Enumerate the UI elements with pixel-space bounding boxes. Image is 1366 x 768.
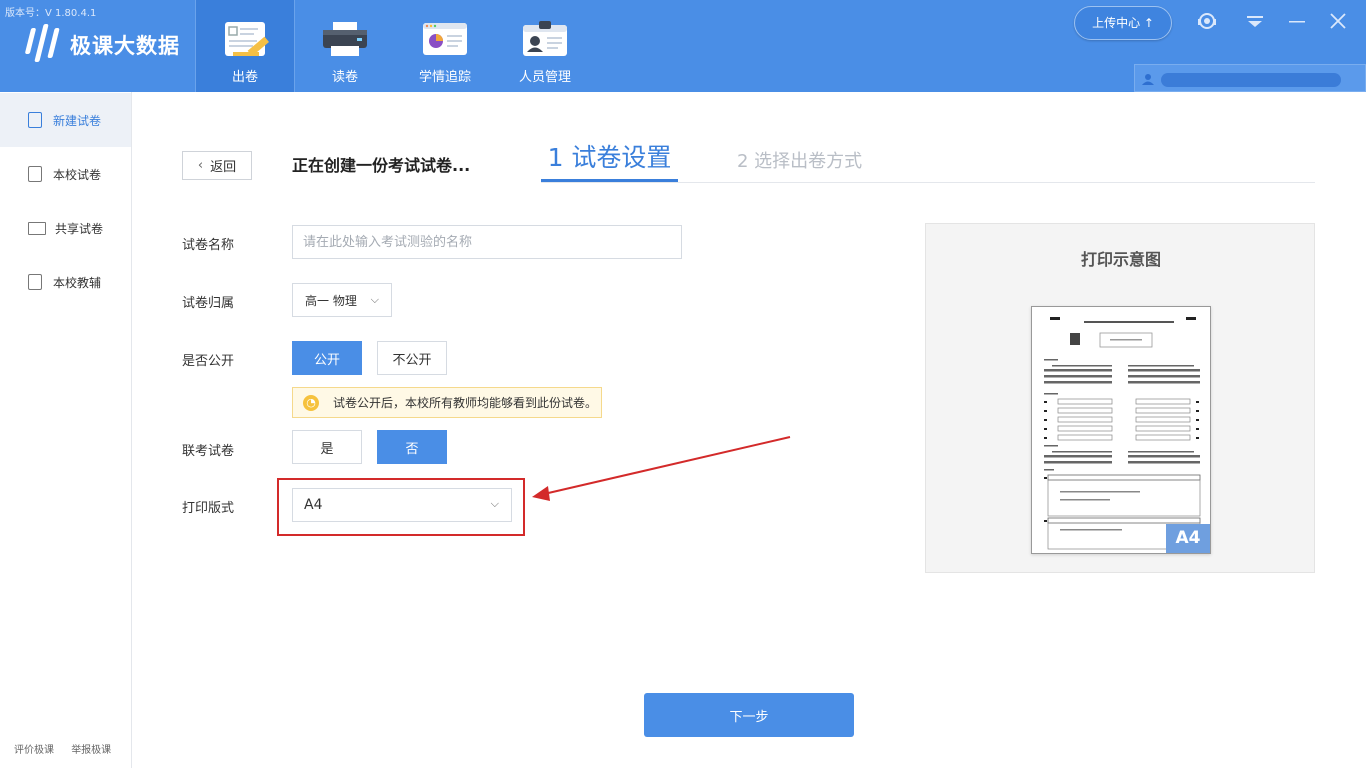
nav-tab-label: 学情追踪 — [418, 70, 471, 85]
id-badge-icon — [519, 19, 571, 59]
public-no-button[interactable]: 不公开 — [377, 341, 447, 375]
subject-select[interactable]: 高一 物理 ⌵ — [292, 283, 392, 317]
paper-name-input[interactable] — [292, 225, 682, 259]
field-label-print: 打印版式 — [182, 501, 235, 516]
report-link[interactable]: 举报极课 — [71, 745, 111, 756]
joint-no-button[interactable]: 否 — [377, 430, 447, 464]
nav-tab-label: 读卷 — [331, 70, 358, 85]
steps-divider — [541, 182, 1315, 183]
next-step-button[interactable]: 下一步 — [644, 693, 854, 737]
sidebar-item-label: 本校教辅 — [53, 275, 102, 290]
book-icon — [28, 221, 46, 235]
lightbulb-icon: ◔ — [303, 394, 319, 411]
annotation-arrow — [532, 436, 791, 501]
field-label-public: 是否公开 — [182, 354, 235, 369]
print-format-value: A4 — [304, 497, 323, 513]
sidebar-item-label: 共享试卷 — [55, 221, 104, 236]
version-label: 版本号：V 1.80.4.1 — [5, 8, 97, 19]
field-label-belong: 试卷归属 — [182, 296, 235, 311]
back-button[interactable]: ‹ 返回 — [182, 151, 252, 180]
scanner-icon — [319, 19, 371, 59]
sidebar-item-label: 本校试卷 — [53, 167, 102, 182]
close-icon[interactable] — [1327, 10, 1349, 32]
field-label-name: 试卷名称 — [182, 238, 235, 253]
nav-tab-read[interactable]: 读卷 — [295, 0, 395, 92]
rate-link[interactable]: 评价极课 — [14, 745, 54, 756]
dropdown-menu-icon[interactable] — [1244, 10, 1266, 32]
sidebar-item-school-materials[interactable]: 本校教辅 — [0, 255, 131, 309]
step-tab-method[interactable]: 2 选择出卷方式 — [737, 147, 862, 173]
user-icon — [1142, 74, 1154, 85]
clipboard-icon — [28, 274, 42, 290]
page-title: 正在创建一份考试试卷... — [292, 156, 471, 175]
headset-icon[interactable] — [1196, 10, 1218, 32]
public-yes-button[interactable]: 公开 — [292, 341, 362, 375]
sidebar-footer: 评价极课 举报极课 — [14, 741, 125, 756]
nav-tab-tracking[interactable]: 学情追踪 — [395, 0, 495, 92]
chart-report-icon — [419, 19, 471, 59]
logo-text: 极课大数据 — [70, 34, 180, 58]
chevron-left-icon: ‹ — [197, 158, 204, 173]
preview-title: 打印示意图 — [1080, 250, 1161, 269]
sidebar-item-label: 新建试卷 — [53, 113, 102, 128]
back-label: 返回 — [210, 160, 237, 175]
print-format-select[interactable]: A4 ⌵ — [292, 488, 512, 522]
nav-tab-label: 人员管理 — [518, 70, 571, 85]
user-name-redacted — [1161, 73, 1341, 87]
public-tip-text: 试卷公开后，本校所有教师均能够看到此份试卷。 — [333, 396, 598, 410]
new-doc-icon — [28, 112, 42, 128]
upload-center-button[interactable]: 上传中心 ↑ — [1074, 6, 1172, 40]
a4-badge: A4 — [1166, 524, 1210, 553]
sidebar-item-new-paper[interactable]: 新建试卷 — [0, 93, 131, 147]
minimize-icon[interactable] — [1286, 10, 1308, 32]
chevron-down-icon: ⌵ — [370, 293, 379, 306]
subject-select-value: 高一 物理 — [305, 293, 357, 308]
app-logo: 极课大数据 — [24, 24, 180, 66]
answer-sheet-thumbnail: A4 — [1031, 306, 1211, 554]
nav-tab-people[interactable]: 人员管理 — [495, 0, 595, 92]
print-preview-panel: 打印示意图 A4 — [925, 223, 1315, 573]
joint-yes-button[interactable]: 是 — [292, 430, 362, 464]
answer-sheet-image — [1044, 317, 1201, 550]
doc-icon — [28, 166, 42, 182]
sidebar-item-shared-papers[interactable]: 共享试卷 — [0, 201, 131, 255]
sidebar: 新建试卷 本校试卷 共享试卷 本校教辅 评价极课 举报极课 — [0, 92, 132, 768]
nav-tab-exam[interactable]: 出卷 — [195, 0, 295, 92]
logo-mark-icon — [24, 24, 64, 66]
nav-tab-label: 出卷 — [231, 70, 258, 85]
public-tip: ◔ 试卷公开后，本校所有教师均能够看到此份试卷。 — [292, 387, 602, 418]
field-label-joint: 联考试卷 — [182, 444, 235, 459]
chevron-down-icon: ⌵ — [490, 497, 499, 510]
sidebar-item-school-papers[interactable]: 本校试卷 — [0, 147, 131, 201]
user-account-area[interactable] — [1134, 64, 1366, 92]
paper-ruler-icon — [219, 19, 271, 59]
top-header: 版本号：V 1.80.4.1 极课大数据 出卷 读卷 学情追踪 人员管理 上传中… — [0, 0, 1366, 92]
step-tab-settings[interactable]: 1 试卷设置 — [541, 138, 678, 182]
